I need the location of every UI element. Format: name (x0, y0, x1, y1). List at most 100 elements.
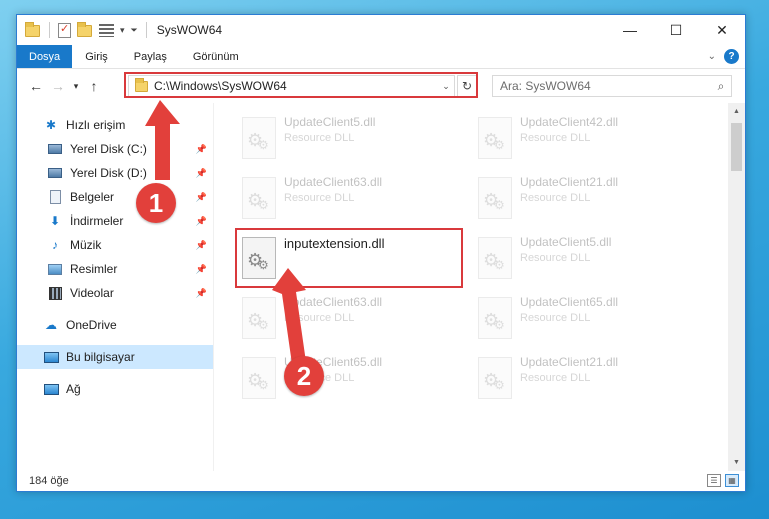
tiles-view-icon[interactable]: ▦ (725, 474, 739, 487)
file-item[interactable]: UpdateClient63.dll Resource DLL (238, 293, 458, 347)
minimize-button[interactable]: — (607, 15, 653, 45)
file-type: Resource DLL (520, 312, 591, 324)
music-icon: ♪ (52, 238, 58, 252)
dll-file-icon (242, 177, 276, 219)
new-folder-icon[interactable] (77, 22, 93, 38)
dll-file-icon (478, 237, 512, 279)
sidebar-item-local-disk-d[interactable]: Yerel Disk (D:) 📌 (17, 161, 213, 185)
help-icon[interactable]: ? (724, 49, 739, 64)
search-input[interactable]: Ara: SysWOW64 (500, 79, 711, 93)
sidebar-item-label: Hızlı erişim (66, 118, 126, 132)
tab-file[interactable]: Dosya (17, 45, 73, 68)
file-item[interactable]: UpdateClient63.dll Resource DLL (238, 173, 458, 227)
sidebar-item-local-disk-c[interactable]: Yerel Disk (C:) 📌 (17, 137, 213, 161)
dll-file-icon (478, 357, 512, 399)
scroll-down-icon[interactable]: ▼ (728, 454, 745, 471)
file-item[interactable]: UpdateClient5.dll Resource DLL (238, 113, 458, 167)
drive-icon (47, 165, 63, 181)
folder-icon (135, 77, 148, 92)
scrollbar-thumb[interactable] (731, 123, 742, 171)
pin-icon[interactable]: 📌 (196, 216, 207, 227)
close-button[interactable]: ✕ (699, 15, 745, 45)
expand-ribbon-icon[interactable]: ⌄ (708, 51, 716, 62)
pin-icon[interactable]: 📌 (196, 168, 207, 179)
file-name: UpdateClient42.dll (520, 115, 619, 129)
file-type: Resource DLL (284, 192, 355, 204)
maximize-button[interactable]: ☐ (653, 15, 699, 45)
status-bar: 184 öğe ☰ ▦ (17, 471, 745, 491)
document-icon (47, 189, 63, 205)
file-type: Resource DLL (520, 132, 591, 144)
file-item[interactable]: UpdateClient65.dll Resource DLL (474, 293, 694, 347)
sidebar-item-label: Ağ (66, 382, 81, 396)
toolbar-separator (49, 22, 50, 38)
pin-icon[interactable]: 📌 (196, 240, 207, 251)
file-type: Resource DLL (284, 132, 355, 144)
pin-icon[interactable]: 📌 (196, 144, 207, 155)
view-toggles: ☰ ▦ (707, 474, 739, 487)
search-box[interactable]: Ara: SysWOW64 ⌕ (492, 75, 732, 97)
sidebar-item-documents[interactable]: Belgeler 📌 (17, 185, 213, 209)
back-arrow-icon[interactable]: ← (25, 78, 47, 94)
file-type: Resource DLL (520, 192, 591, 204)
sidebar-item-label: Yerel Disk (C:) (70, 142, 147, 156)
sidebar-item-label: OneDrive (66, 318, 117, 332)
up-arrow-icon[interactable]: ↑ (83, 78, 105, 94)
window-controls: — ☐ ✕ (607, 15, 745, 45)
sidebar-item-music[interactable]: ♪ Müzik 📌 (17, 233, 213, 257)
file-name: UpdateClient5.dll (284, 115, 376, 129)
file-item[interactable]: UpdateClient21.dll Resource DLL (474, 353, 694, 407)
file-type: Resource DLL (520, 372, 591, 384)
folder-icon (25, 22, 41, 38)
file-type: Resource DLL (284, 372, 355, 384)
address-bar[interactable]: C:\Windows\SysWOW64 ⌄ (128, 75, 455, 97)
vertical-scrollbar[interactable]: ▲ ▼ (728, 103, 745, 471)
customize-toolbar-icon[interactable]: ⏷ (131, 25, 138, 36)
sidebar-item-this-pc[interactable]: Bu bilgisayar (17, 345, 213, 369)
file-item[interactable]: UpdateClient65.dll Resource DLL (238, 353, 458, 407)
file-item[interactable]: UpdateClient21.dll Resource DLL (474, 173, 694, 227)
sidebar-item-pictures[interactable]: Resimler 📌 (17, 257, 213, 281)
search-icon[interactable]: ⌕ (711, 79, 731, 94)
file-name: UpdateClient63.dll (284, 175, 383, 189)
tab-home[interactable]: Giriş (72, 45, 121, 68)
recent-locations-icon[interactable]: ▾ (69, 81, 83, 92)
dll-file-icon (478, 117, 512, 159)
network-icon (43, 381, 59, 397)
chevron-down-icon[interactable]: ⌄ (438, 81, 454, 92)
chevron-down-icon[interactable]: ▾ (120, 25, 125, 36)
forward-arrow-icon[interactable]: → (47, 78, 69, 94)
download-icon: ⬇ (49, 214, 61, 228)
content-area: ✱ Hızlı erişim Yerel Disk (C:) 📌 Yerel D… (17, 103, 745, 471)
dll-file-icon (242, 357, 276, 399)
sidebar-item-label: Belgeler (70, 190, 115, 204)
toolbar-separator (145, 22, 147, 38)
file-item[interactable]: UpdateClient42.dll Resource DLL (474, 113, 694, 167)
sidebar-item-label: Videolar (70, 286, 114, 300)
details-view-icon[interactable]: ☰ (707, 474, 721, 487)
file-name: UpdateClient63.dll (284, 295, 383, 309)
sidebar-item-network[interactable]: Ağ (17, 377, 213, 401)
sidebar-item-onedrive[interactable]: ☁ OneDrive (17, 313, 213, 337)
view-icon[interactable] (99, 23, 114, 37)
file-name: inputextension.dll (284, 236, 385, 251)
pin-icon[interactable]: 📌 (196, 288, 207, 299)
sidebar-item-videos[interactable]: Videolar 📌 (17, 281, 213, 305)
cloud-icon: ☁ (45, 318, 57, 332)
navigation-bar: ← → ▾ ↑ C:\Windows\SysWOW64 ⌄ ↻ Ara: Sys… (17, 69, 745, 103)
file-item[interactable]: UpdateClient5.dll Resource DLL (474, 233, 694, 287)
pin-icon[interactable]: 📌 (196, 192, 207, 203)
tab-share[interactable]: Paylaş (121, 45, 180, 68)
sidebar-item-quick-access[interactable]: ✱ Hızlı erişim (17, 113, 213, 137)
address-path[interactable]: C:\Windows\SysWOW64 (154, 79, 438, 93)
properties-icon[interactable] (58, 22, 71, 38)
tab-view[interactable]: Görünüm (180, 45, 252, 68)
sidebar-item-downloads[interactable]: ⬇ İndirmeler 📌 (17, 209, 213, 233)
pin-icon[interactable]: 📌 (196, 264, 207, 275)
refresh-button[interactable]: ↻ (457, 75, 477, 97)
scroll-up-icon[interactable]: ▲ (728, 103, 745, 120)
file-item-inputextension[interactable]: inputextension.dll (238, 233, 458, 287)
file-name: UpdateClient21.dll (520, 175, 619, 189)
file-type: Resource DLL (520, 252, 591, 264)
window-title: SysWOW64 (156, 23, 223, 37)
